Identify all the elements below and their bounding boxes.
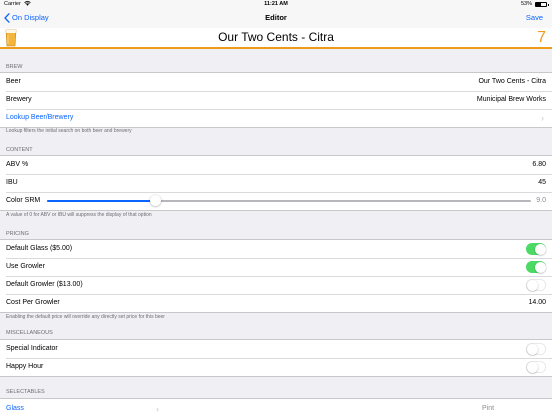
cost-per-growler-label: Cost Per Growler bbox=[6, 299, 60, 306]
navigation-bar: On Display Editor Save bbox=[0, 8, 552, 28]
section-footer-brew: Lookup filters the initial search on bot… bbox=[6, 128, 132, 134]
abv-value[interactable]: 6.80 bbox=[532, 156, 546, 174]
toggle-knob bbox=[526, 343, 538, 355]
slider-thumb[interactable] bbox=[150, 195, 162, 206]
section-footer-pricing: Enabling the default price will override… bbox=[6, 314, 165, 320]
use-growler-label: Use Growler bbox=[6, 263, 45, 270]
clock: 11:21 AM bbox=[264, 1, 288, 7]
cost-per-growler-row[interactable]: Cost Per Growler 14.00 bbox=[0, 294, 552, 312]
glass-value: Pint bbox=[482, 405, 495, 412]
glass-row[interactable]: Glass › Pint bbox=[0, 398, 552, 414]
lookup-beer-brewery-row[interactable]: Lookup Beer/Brewery › bbox=[0, 109, 552, 127]
battery-tip bbox=[548, 4, 549, 6]
special-indicator-label: Special Indicator bbox=[6, 345, 58, 352]
cost-per-growler-value[interactable]: 14.00 bbox=[528, 294, 546, 312]
beer-row[interactable]: Beer Our Two Cents - Citra bbox=[0, 73, 552, 91]
use-growler-row: Use Growler bbox=[0, 258, 552, 276]
section-header-miscellaneous: MISCELLANEOUS bbox=[6, 330, 53, 336]
ibu-value[interactable]: 45 bbox=[538, 174, 546, 192]
toggle-knob bbox=[526, 361, 538, 373]
default-glass-row: Default Glass ($5.00) bbox=[0, 240, 552, 258]
save-button[interactable]: Save bbox=[526, 12, 543, 24]
battery-fill bbox=[536, 3, 542, 6]
section-header-content: CONTENT bbox=[6, 147, 33, 153]
battery-icon bbox=[535, 2, 549, 7]
pricing-group: Default Glass ($5.00) Use Growler Defaul… bbox=[0, 239, 552, 313]
slider-fill bbox=[47, 200, 156, 202]
beer-title: Our Two Cents - Citra bbox=[218, 30, 334, 44]
section-header-selectables: SELECTABLES bbox=[6, 389, 45, 395]
misc-group: Special Indicator Happy Hour bbox=[0, 339, 552, 377]
ibu-label: IBU bbox=[6, 179, 18, 186]
toggle-knob bbox=[534, 243, 546, 255]
beer-label: Beer bbox=[6, 78, 21, 85]
default-growler-label: Default Growler ($13.00) bbox=[6, 281, 83, 288]
default-glass-toggle[interactable] bbox=[526, 243, 546, 255]
section-header-pricing: PRICING bbox=[6, 231, 29, 237]
default-growler-row: Default Growler ($13.00) bbox=[0, 276, 552, 294]
brewery-value[interactable]: Municipal Brew Works bbox=[477, 91, 546, 109]
lookup-beer-brewery-link[interactable]: Lookup Beer/Brewery bbox=[6, 109, 73, 127]
chevron-right-icon: › bbox=[156, 404, 159, 414]
status-bar: Carrier 11:21 AM 53% bbox=[0, 0, 552, 8]
ibu-row[interactable]: IBU 45 bbox=[0, 174, 552, 192]
glass-label[interactable]: Glass bbox=[6, 401, 24, 414]
chevron-right-icon: › bbox=[541, 113, 544, 123]
brew-group: Beer Our Two Cents - Citra Brewery Munic… bbox=[0, 72, 552, 128]
nav-title: Editor bbox=[265, 13, 287, 22]
section-footer-content: A value of 0 for ABV or IBU will suppres… bbox=[6, 212, 152, 218]
brewery-row[interactable]: Brewery Municipal Brew Works bbox=[0, 91, 552, 109]
color-srm-row: Color SRM 9.0 bbox=[0, 192, 552, 210]
section-header-brew: BREW bbox=[6, 64, 23, 70]
happy-hour-row: Happy Hour bbox=[0, 358, 552, 376]
toggle-knob bbox=[526, 279, 538, 291]
special-indicator-row: Special Indicator bbox=[0, 340, 552, 358]
happy-hour-label: Happy Hour bbox=[6, 363, 44, 370]
abv-row[interactable]: ABV % 6.80 bbox=[0, 156, 552, 174]
default-glass-label: Default Glass ($5.00) bbox=[6, 245, 73, 252]
battery-percent: 53% bbox=[520, 1, 532, 7]
toggle-knob bbox=[534, 261, 546, 273]
tap-number: 7 bbox=[537, 29, 546, 46]
happy-hour-toggle[interactable] bbox=[526, 361, 546, 373]
special-indicator-toggle[interactable] bbox=[526, 343, 546, 355]
beer-header: Our Two Cents - Citra 7 bbox=[0, 28, 552, 49]
beer-value[interactable]: Our Two Cents - Citra bbox=[478, 73, 546, 91]
color-srm-value: 9.0 bbox=[536, 197, 546, 204]
brewery-label: Brewery bbox=[6, 96, 32, 103]
color-srm-slider[interactable] bbox=[47, 195, 531, 206]
content-group: ABV % 6.80 IBU 45 Color SRM 9.0 bbox=[0, 155, 552, 211]
color-srm-label: Color SRM bbox=[6, 197, 41, 204]
use-growler-toggle[interactable] bbox=[526, 261, 546, 273]
default-growler-toggle[interactable] bbox=[526, 279, 546, 291]
abv-label: ABV % bbox=[6, 161, 29, 168]
